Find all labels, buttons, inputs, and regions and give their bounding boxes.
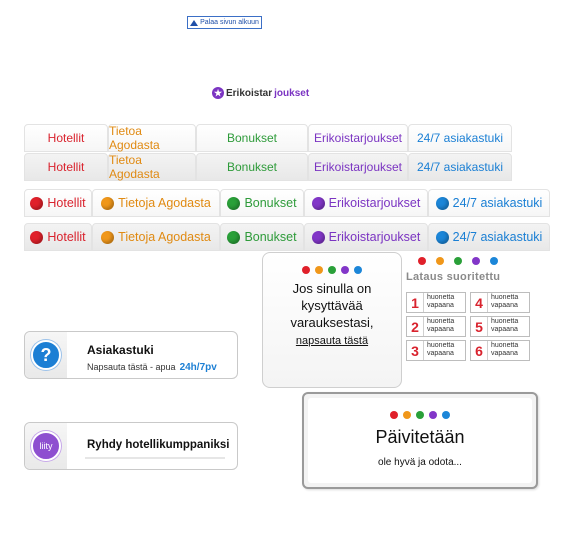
red-dot-icon — [30, 196, 44, 210]
join-icon: liity — [31, 431, 61, 461]
room-cell: 1 huonetta vapaana — [406, 292, 466, 313]
tab-about[interactable]: Tietoa Agodasta — [108, 153, 196, 181]
room-cell: 4 huonetta vapaana — [470, 292, 530, 313]
question-text: Jos sinulla on kysyttävää varauksestasi, — [290, 281, 374, 330]
tab-bonuses[interactable]: Bonukset — [196, 153, 308, 181]
tab-support[interactable]: 24/7 asiakastuki — [428, 189, 550, 217]
back-to-top-link[interactable]: Palaa sivun alkuun — [187, 16, 262, 29]
loading-dots — [263, 266, 401, 274]
red-dot-icon — [418, 257, 426, 265]
purple-dot-icon — [311, 230, 325, 244]
tab-hotels[interactable]: Hotellit — [24, 153, 108, 181]
room-cell: 5 huonetta vapaana — [470, 316, 530, 337]
green-dot-icon — [454, 257, 462, 265]
purple-dot-icon — [311, 196, 325, 210]
join-partner-box[interactable]: liity Ryhdy hotellikumppaniksi — [24, 422, 238, 470]
support-subtitle: Napsauta tästä - apua 24h/7pv — [87, 362, 217, 373]
loading-title: Lataus suoritettu — [406, 271, 501, 283]
green-dot-icon — [328, 266, 336, 274]
loading-complete-panel: Lataus suoritettu 1 huonetta vapaana 4 hu… — [406, 257, 530, 361]
green-dot-icon — [416, 411, 424, 419]
orange-dot-icon — [101, 230, 115, 244]
red-dot-icon — [30, 230, 44, 244]
special-offers-heading[interactable]: ★ Erikoistar joukset — [212, 87, 309, 99]
purple-dot-icon — [429, 411, 437, 419]
tab-special-offers[interactable]: Erikoistarjoukset — [308, 153, 408, 181]
orange-dot-icon — [315, 266, 323, 274]
blue-dot-icon — [354, 266, 362, 274]
question-popup: Jos sinulla on kysyttävää varauksestasi,… — [262, 252, 402, 388]
tab-bonuses[interactable]: Bonukset — [220, 223, 304, 251]
orange-dot-icon — [101, 196, 115, 210]
tab-bar-grey: Hotellit Tietoa Agodasta Bonukset Erikoi… — [24, 153, 512, 181]
blue-dot-icon — [435, 196, 449, 210]
click-here-link[interactable]: napsauta tästä — [263, 335, 401, 347]
blue-dot-icon — [442, 411, 450, 419]
tab-support[interactable]: 24/7 asiakastuki — [428, 223, 550, 251]
room-cell: 6 huonetta vapaana — [470, 340, 530, 361]
blue-dot-icon — [490, 257, 498, 265]
room-grid: 1 huonetta vapaana 4 huonetta vapaana 2 hu… — [406, 292, 530, 361]
red-dot-icon — [302, 266, 310, 274]
room-cell: 3 huonetta vapaana — [406, 340, 466, 361]
tab-special-offers[interactable]: Erikoistarjoukset — [308, 124, 408, 152]
purple-dot-icon — [341, 266, 349, 274]
tab-bonuses[interactable]: Bonukset — [196, 124, 308, 152]
orange-dot-icon — [436, 257, 444, 265]
tab-about[interactable]: Tietoa Agodasta — [108, 124, 196, 152]
blue-dot-icon — [435, 230, 449, 244]
tab-support[interactable]: 24/7 asiakastuki — [408, 153, 512, 181]
updating-popup: Päivitetään ole hyvä ja odota... — [302, 392, 538, 489]
customer-support-box[interactable]: ? Asiakastuki Napsauta tästä - apua 24h/7… — [24, 331, 238, 379]
divider — [85, 457, 225, 459]
tab-support[interactable]: 24/7 asiakastuki — [408, 124, 512, 152]
tab-about[interactable]: Tietoja Agodasta — [92, 223, 220, 251]
loading-dots — [308, 411, 532, 419]
arrow-up-icon — [190, 19, 199, 26]
loading-dots — [406, 257, 530, 265]
tab-bar-dots-grey: Hotellit Tietoja Agodasta Bonukset Eriko… — [24, 223, 550, 251]
question-icon: ? — [31, 340, 61, 370]
green-dot-icon — [227, 230, 241, 244]
tab-bonuses[interactable]: Bonukset — [220, 189, 304, 217]
room-cell: 2 huonetta vapaana — [406, 316, 466, 337]
support-title: Asiakastuki — [87, 343, 154, 357]
tab-special-offers[interactable]: Erikoistarjoukset — [304, 189, 428, 217]
tab-hotels[interactable]: Hotellit — [24, 223, 92, 251]
updating-title: Päivitetään — [375, 427, 465, 447]
updating-subtitle: ole hyvä ja odota... — [378, 457, 462, 468]
tab-bar-dots-light: Hotellit Tietoja Agodasta Bonukset Eriko… — [24, 189, 550, 217]
tab-hotels[interactable]: Hotellit — [24, 189, 92, 217]
tab-special-offers[interactable]: Erikoistarjoukset — [304, 223, 428, 251]
tab-hotels[interactable]: Hotellit — [24, 124, 108, 152]
star-icon: ★ — [212, 87, 224, 99]
orange-dot-icon — [403, 411, 411, 419]
join-text: Ryhdy hotellikumppaniksi — [87, 439, 230, 451]
tab-about[interactable]: Tietoja Agodasta — [92, 189, 220, 217]
purple-dot-icon — [472, 257, 480, 265]
green-dot-icon — [227, 196, 241, 210]
tab-bar-light: Hotellit Tietoa Agodasta Bonukset Erikoi… — [24, 124, 512, 152]
red-dot-icon — [390, 411, 398, 419]
